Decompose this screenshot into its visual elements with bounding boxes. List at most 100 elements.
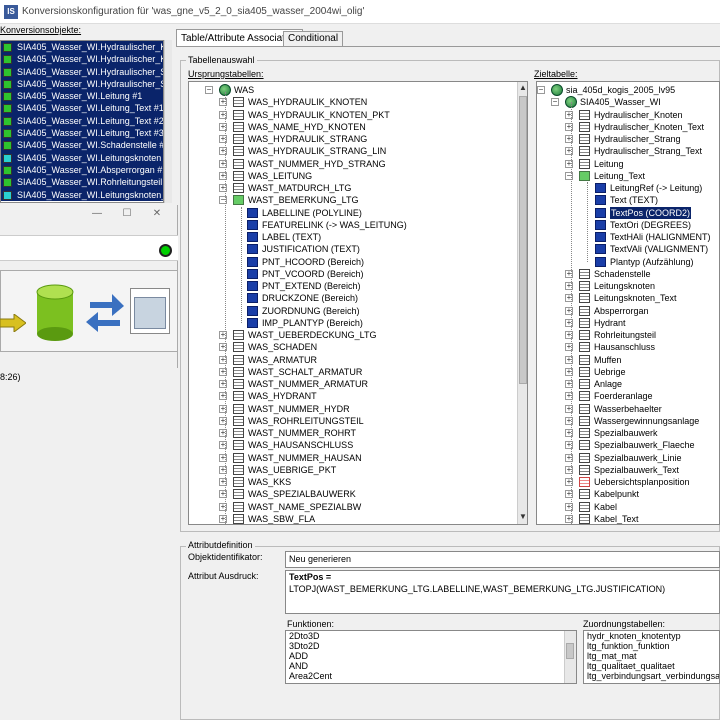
target-attribute-node[interactable]: TextHAli (HALIGNMENT) — [537, 231, 719, 243]
source-table-node[interactable]: + WAS_SPEZIALBAUWERK — [189, 488, 527, 500]
conversion-object-item[interactable]: SIA405_Wasser_WI.Schadenstelle #1 — [1, 139, 163, 152]
target-table-node[interactable]: + Wassergewinnungsanlage — [537, 415, 719, 427]
target-table-node[interactable]: + Kabelpunkt — [537, 488, 719, 500]
scroll-thumb[interactable] — [519, 96, 527, 384]
source-table-node[interactable]: + WAST_NUMMER_HYD_STRANG — [189, 158, 527, 170]
source-table-node[interactable]: + WAS_HYDRAULIK_KNOTEN — [189, 96, 527, 108]
source-table-node[interactable]: + WAS_NAME_HYD_KNOTEN — [189, 121, 527, 133]
conversion-object-item[interactable]: SIA405_Wasser_WI.Leitung_Text #3 — [1, 127, 163, 140]
conversion-object-item[interactable]: SIA405_Wasser_WI.Leitungsknoten # — [1, 151, 163, 164]
source-attribute-node[interactable]: PNT_EXTEND (Bereich) — [189, 280, 527, 292]
conversion-object-item[interactable]: SIA405_Wasser_WI.Hydraulischer_Str — [1, 65, 163, 78]
source-table-node[interactable]: + WAST_NUMMER_HAUSAN — [189, 452, 527, 464]
conversion-object-item[interactable]: SIA405_Wasser_WI.Rohrleitungsteil # — [1, 176, 163, 189]
close-icon[interactable]: ✕ — [142, 208, 172, 219]
target-table-tree[interactable]: − sia_405d_kogis_2005_lv95− SIA405_Wasser_… — [536, 81, 720, 525]
functions-list[interactable]: 2Dto3D 3Dto2D ADD AND Area2Cent — [285, 630, 577, 684]
target-table-node[interactable]: + Leitung — [537, 158, 719, 170]
target-table-node[interactable]: + Uebrige — [537, 366, 719, 378]
source-table-node[interactable]: + WAS_KKS — [189, 476, 527, 488]
minimize-icon[interactable]: — — [82, 208, 112, 219]
function-item[interactable]: ADD — [286, 651, 576, 661]
conversion-object-item[interactable]: SIA405_Wasser_WI.Leitungsknoten_T — [1, 188, 163, 201]
target-attribute-node[interactable]: TextVAli (VALIGNMENT) — [537, 243, 719, 255]
target-table-node[interactable]: + Anlage — [537, 378, 719, 390]
source-table-node[interactable]: + WAST_SCHALT_ARMATUR — [189, 366, 527, 378]
conversion-object-item[interactable]: SIA405_Wasser_WI.Leitung_Text #2 — [1, 114, 163, 128]
source-table-node[interactable]: + WAS_HYDRAULIK_STRANG — [189, 133, 527, 145]
function-item[interactable]: 3Dto2D — [286, 641, 576, 651]
mapping-table-item[interactable]: ltg_verbindungsart_verbindungsart — [584, 671, 719, 681]
source-attribute-node[interactable]: LABEL (TEXT) — [189, 231, 527, 243]
target-table-node[interactable]: + Hydraulischer_Knoten_Text — [537, 121, 719, 133]
target-attribute-node[interactable]: Text (TEXT) — [537, 194, 719, 206]
target-table-node[interactable]: + Hydraulischer_Strang_Text — [537, 145, 719, 157]
source-table-node[interactable]: + WAST_MATDURCH_LTG — [189, 182, 527, 194]
source-attribute-node[interactable]: DRUCKZONE (Bereich) — [189, 292, 527, 304]
functions-scrollbar[interactable] — [564, 631, 576, 683]
conversion-object-item[interactable]: SIA405_Wasser_WI.Hydraulischer_Str — [1, 77, 163, 91]
collapse-icon[interactable]: − — [537, 86, 545, 94]
source-table-node[interactable]: + WAS_ROHRLEITUNGSTEIL — [189, 415, 527, 427]
source-table-node[interactable]: + WAS_HAUSANSCHLUSS — [189, 439, 527, 451]
source-table-node[interactable]: + WAST_UEBERDECKUNG_LTG — [189, 329, 527, 341]
attribute-expression-field[interactable]: TextPos = LTOPJ(WAST_BEMERKUNG_LTG.LABEL… — [285, 570, 720, 614]
target-table-node[interactable]: + Muffen — [537, 354, 719, 366]
target-attribute-node[interactable]: Plantyp (Aufzählung) — [537, 256, 719, 268]
mapping-tables-list[interactable]: hydr_knoten_knotentyp ltg_funktion_funkti… — [583, 630, 720, 684]
conversion-object-item[interactable]: SIA405_Wasser_WI.Absperrorgan #1 — [1, 163, 163, 177]
target-table-node[interactable]: + Hydrant — [537, 317, 719, 329]
source-attribute-node[interactable]: LABELLINE (POLYLINE) — [189, 207, 527, 219]
target-attribute-node[interactable]: TextPos (COORD2) — [537, 206, 719, 219]
source-table-node[interactable]: + WAST_NAME_SPEZIALBW — [189, 501, 527, 513]
scroll-up-icon[interactable]: ▲ — [518, 83, 527, 93]
target-table-node[interactable]: + Hausanschluss — [537, 341, 719, 353]
source-table-node[interactable]: + WAS_ARMATUR — [189, 354, 527, 366]
source-table-node[interactable]: + WAS_HYDRAULIK_KNOTEN_PKT — [189, 109, 527, 121]
collapse-icon[interactable]: − — [551, 98, 559, 107]
expression-value[interactable]: LTOPJ(WAST_BEMERKUNG_LTG.LABELLINE,WAST_… — [286, 583, 719, 595]
source-table-node[interactable]: + WAS_SCHADEN — [189, 341, 527, 353]
object-identifier-field[interactable]: Neu generieren — [285, 551, 720, 568]
target-table-node[interactable]: + Spezialbauwerk_Linie — [537, 452, 719, 464]
mapping-table-item[interactable]: ltg_qualitaet_qualitaet — [584, 661, 719, 671]
source-table-node[interactable]: + WAS_HYDRANT — [189, 390, 527, 402]
target-table-node[interactable]: + Spezialbauwerk_Text — [537, 464, 719, 476]
tab-conditional[interactable]: Conditional — [283, 31, 344, 46]
target-table-node[interactable]: + Hydraulischer_Strang — [537, 133, 719, 145]
source-table-node[interactable]: + WAST_NUMMER_HYDR — [189, 403, 527, 415]
source-attribute-node[interactable]: JUSTIFICATION (TEXT) — [189, 243, 527, 255]
collapse-icon[interactable]: − — [205, 86, 213, 94]
source-table-node[interactable]: + WAS_HYDRAULIK_STRANG_LIN — [189, 145, 527, 157]
target-table-node[interactable]: + Kabel_Text — [537, 513, 719, 524]
target-attribute-node[interactable]: TextOri (DEGREES) — [537, 219, 719, 231]
maximize-icon[interactable]: ☐ — [112, 208, 142, 219]
function-item[interactable]: AND — [286, 661, 576, 671]
target-table-node[interactable]: + Foerderanlage — [537, 390, 719, 402]
source-attribute-node[interactable]: ZUORDNUNG (Bereich) — [189, 305, 527, 317]
mapping-table-item[interactable]: ltg_mat_mat — [584, 651, 719, 661]
target-table-node[interactable]: + Kabel — [537, 501, 719, 513]
source-attribute-node[interactable]: IMP_PLANTYP (Bereich) — [189, 317, 527, 329]
conversion-object-item[interactable]: SIA405_Wasser_WI.Leitung_Text #1 — [1, 102, 163, 115]
target-table-node[interactable]: + Leitungsknoten_Text — [537, 292, 719, 304]
source-table-node[interactable]: + WAST_NUMMER_ROHRT — [189, 427, 527, 439]
target-table-node[interactable]: + Uebersichtsplanposition — [537, 476, 719, 488]
source-root-node[interactable]: − WAS — [189, 84, 527, 96]
target-table-node[interactable]: − Leitung_Text — [537, 170, 719, 182]
conversion-list-scrollbar[interactable] — [164, 40, 172, 203]
source-attribute-node[interactable]: FEATURELINK (-> WAS_LEITUNG) — [189, 219, 527, 231]
conversion-object-item[interactable]: SIA405_Wasser_WI.Leitung #1 — [1, 90, 163, 103]
source-table-node[interactable]: + WAS_SBW_FLA — [189, 513, 527, 524]
target-table-node[interactable]: + Wasserbehaelter — [537, 403, 719, 415]
source-table-node[interactable]: + WAST_NUMMER_ARMATUR — [189, 378, 527, 390]
tree-scrollbar[interactable]: ▲ ▼ — [517, 82, 527, 524]
mapping-table-item[interactable]: ltg_funktion_funktion — [584, 641, 719, 651]
target-attribute-node[interactable]: LeitungRef (-> Leitung) — [537, 182, 719, 194]
target-root-node[interactable]: − sia_405d_kogis_2005_lv95 — [537, 84, 719, 96]
target-table-node[interactable]: + Spezialbauwerk — [537, 427, 719, 439]
function-item[interactable]: Area2Cent — [286, 671, 576, 681]
source-table-node[interactable]: − WAST_BEMERKUNG_LTG — [189, 194, 527, 206]
target-table-node[interactable]: + Leitungsknoten — [537, 280, 719, 292]
source-tables-tree[interactable]: − WAS + WAS_HYDRAULIK_KNOTEN + WAS_HYDRAULIK_… — [188, 81, 528, 525]
